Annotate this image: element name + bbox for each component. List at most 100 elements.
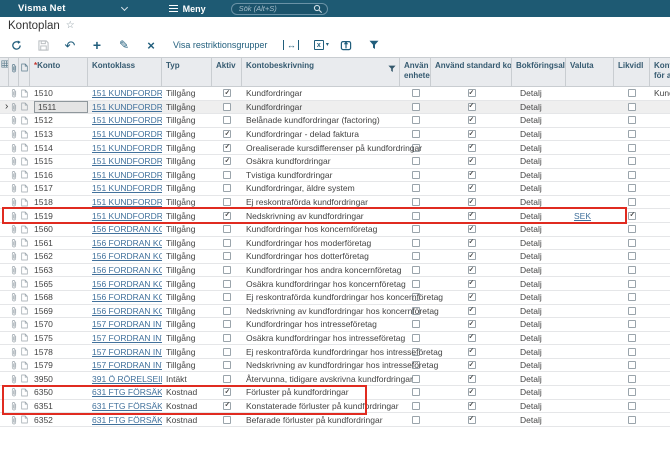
kontoklass-link[interactable]: 156 FORDRAN KON...: [92, 224, 162, 234]
bokforing-cell[interactable]: Detalj: [512, 250, 566, 263]
konto-cell[interactable]: 1511: [30, 100, 88, 114]
table-row-6351[interactable]: 6351 631 FTG FÖRSÄKRI...Kostnad ✓ Konstater…: [0, 399, 670, 414]
beskrivning-cell[interactable]: Ej reskontraförda kundfordringar: [242, 196, 400, 209]
chevron-down-icon[interactable]: [120, 3, 128, 11]
likvid-checkbox[interactable]: ✓: [628, 212, 636, 220]
kontroll-cell[interactable]: [650, 345, 670, 358]
kontoklass-link[interactable]: 151 KUNDFORDRIN...: [92, 102, 162, 112]
likvid-checkbox[interactable]: [628, 184, 636, 193]
bokforing-cell[interactable]: Detalj: [512, 318, 566, 331]
column-header-anvand-enheter[interactable]: Använ enhete: [400, 58, 431, 86]
kontoklass-link[interactable]: 151 KUNDFORDRIN...: [92, 170, 162, 180]
aktiv-checkbox[interactable]: [223, 170, 231, 179]
standard-koddel-checkbox[interactable]: ✓: [467, 89, 476, 98]
beskrivning-cell[interactable]: Ej reskontraförda kundfordringar hos kon…: [242, 291, 443, 304]
column-header-likvid[interactable]: Likvidl: [614, 58, 650, 86]
note-cell[interactable]: [19, 169, 30, 182]
search-input[interactable]: [238, 4, 313, 13]
kontroll-cell[interactable]: [650, 318, 670, 331]
attachment-cell[interactable]: [9, 291, 19, 304]
likvid-checkbox[interactable]: [628, 252, 636, 261]
standard-koddel-checkbox[interactable]: ✓: [467, 212, 476, 220]
kontroll-cell[interactable]: [650, 237, 670, 250]
note-cell[interactable]: [19, 386, 30, 399]
kontoklass-link[interactable]: 151 KUNDFORDRIN...: [92, 211, 162, 221]
typ-cell[interactable]: Tillgång: [162, 345, 212, 358]
table-row-6352[interactable]: 6352 631 FTG FÖRSÄKRI...Kostnad Befarade f…: [0, 413, 670, 427]
standard-koddel-checkbox[interactable]: ✓: [467, 198, 476, 207]
attachment-cell[interactable]: [9, 237, 19, 250]
konto-cell[interactable]: 1516: [30, 169, 88, 182]
likvid-checkbox[interactable]: [628, 401, 636, 410]
aktiv-checkbox[interactable]: ✓: [223, 402, 231, 410]
kontoklass-link[interactable]: 151 KUNDFORDRIN...: [92, 129, 162, 139]
beskrivning-cell[interactable]: Kundfordringar hos intresseföretag: [242, 318, 400, 331]
anvand-enheter-checkbox[interactable]: [411, 401, 420, 410]
row-selector-cell[interactable]: [0, 318, 9, 331]
standard-koddel-checkbox[interactable]: ✓: [467, 266, 476, 275]
bokforing-cell[interactable]: Detalj: [512, 101, 566, 114]
attachment-cell[interactable]: [9, 305, 19, 318]
likvid-checkbox[interactable]: [628, 238, 636, 247]
kontoklass-link[interactable]: 156 FORDRAN KON...: [92, 251, 162, 261]
konto-cell[interactable]: 1565: [30, 277, 88, 290]
table-row-1511[interactable]: › 1511 151 KUNDFORDRIN...Tillgång Kundfordr…: [0, 100, 670, 115]
fit-width-button[interactable]: ↔: [283, 40, 300, 50]
attachment-cell[interactable]: [9, 386, 19, 399]
attachment-cell[interactable]: [9, 155, 19, 168]
anvand-enheter-checkbox[interactable]: [411, 170, 420, 179]
typ-cell[interactable]: Tillgång: [162, 209, 212, 222]
beskrivning-cell[interactable]: Kundfordringar hos koncernföretag: [242, 223, 400, 236]
table-row-1519[interactable]: 1519 151 KUNDFORDRIN...Tillgång ✓ Nedskrivn…: [0, 209, 670, 223]
typ-cell[interactable]: Tillgång: [162, 359, 212, 372]
table-row-6350[interactable]: 6350 631 FTG FÖRSÄKRI...Kostnad ✓ Förluster…: [0, 386, 670, 400]
table-row-1562[interactable]: 1562 156 FORDRAN KON...Tillgång Kundfordri…: [0, 250, 670, 264]
attachment-cell[interactable]: [9, 359, 19, 372]
kontroll-cell[interactable]: [650, 264, 670, 277]
anvand-enheter-checkbox[interactable]: [411, 333, 420, 342]
kontroll-cell[interactable]: [650, 155, 670, 168]
note-cell[interactable]: [19, 209, 30, 222]
table-row-1569[interactable]: 1569 156 FORDRAN KON...Tillgång Nedskrivni…: [0, 304, 670, 319]
global-search[interactable]: [230, 2, 328, 15]
table-row-1565[interactable]: 1565 156 FORDRAN KON...Tillgång Osäkra kun…: [0, 277, 670, 291]
kontoklass-link[interactable]: 631 FTG FÖRSÄKRI...: [92, 415, 162, 425]
bokforing-cell[interactable]: Detalj: [512, 169, 566, 182]
beskrivning-cell[interactable]: Orealiserade kursdifferenser på kundford…: [242, 141, 422, 154]
table-row-1578[interactable]: 1578 157 FORDRAN INTR...Tillgång Ej reskon…: [0, 345, 670, 359]
table-row-1579[interactable]: 1579 157 FORDRAN INTR...Tillgång Nedskrivn…: [0, 358, 670, 373]
kontoklass-link[interactable]: 151 KUNDFORDRIN...: [92, 197, 162, 207]
standard-koddel-checkbox[interactable]: ✓: [467, 184, 476, 193]
aktiv-checkbox[interactable]: [223, 252, 231, 261]
typ-cell[interactable]: Tillgång: [162, 182, 212, 195]
kontoklass-link[interactable]: 156 FORDRAN KON...: [92, 292, 162, 302]
search-icon[interactable]: [313, 4, 323, 14]
standard-koddel-checkbox[interactable]: ✓: [467, 293, 476, 302]
beskrivning-cell[interactable]: Kundfordringar hos andra koncernföretag: [242, 264, 401, 277]
notes-column-header[interactable]: [19, 58, 30, 86]
column-filter-icon[interactable]: [388, 65, 396, 86]
likvid-checkbox[interactable]: [628, 225, 636, 234]
kontroll-cell[interactable]: Kundre: [650, 87, 670, 100]
kontoklass-link[interactable]: 156 FORDRAN KON...: [92, 238, 162, 248]
table-row-1560[interactable]: 1560 156 FORDRAN KON...Tillgång Kundfordri…: [0, 222, 670, 237]
likvid-checkbox[interactable]: [628, 333, 636, 342]
typ-cell[interactable]: Kostnad: [162, 386, 212, 399]
likvid-checkbox[interactable]: [628, 157, 636, 166]
note-cell[interactable]: [19, 318, 30, 331]
beskrivning-cell[interactable]: Kundfordringar, äldre system: [242, 182, 400, 195]
konto-cell-focused[interactable]: 1511: [34, 100, 88, 113]
attachment-cell[interactable]: [9, 277, 19, 290]
standard-koddel-checkbox[interactable]: ✓: [467, 239, 476, 247]
konto-cell[interactable]: 1570: [30, 318, 88, 331]
typ-cell[interactable]: Tillgång: [162, 128, 212, 141]
note-cell[interactable]: [19, 141, 30, 154]
konto-cell[interactable]: 1569: [30, 305, 88, 318]
typ-cell[interactable]: Tillgång: [162, 141, 212, 154]
bokforing-cell[interactable]: Detalj: [512, 372, 566, 385]
typ-cell[interactable]: Tillgång: [162, 291, 212, 304]
kontoklass-link[interactable]: 151 KUNDFORDRIN...: [92, 183, 162, 193]
standard-koddel-checkbox[interactable]: ✓: [467, 334, 476, 342]
anvand-enheter-checkbox[interactable]: [411, 320, 420, 329]
note-cell[interactable]: [19, 87, 30, 100]
